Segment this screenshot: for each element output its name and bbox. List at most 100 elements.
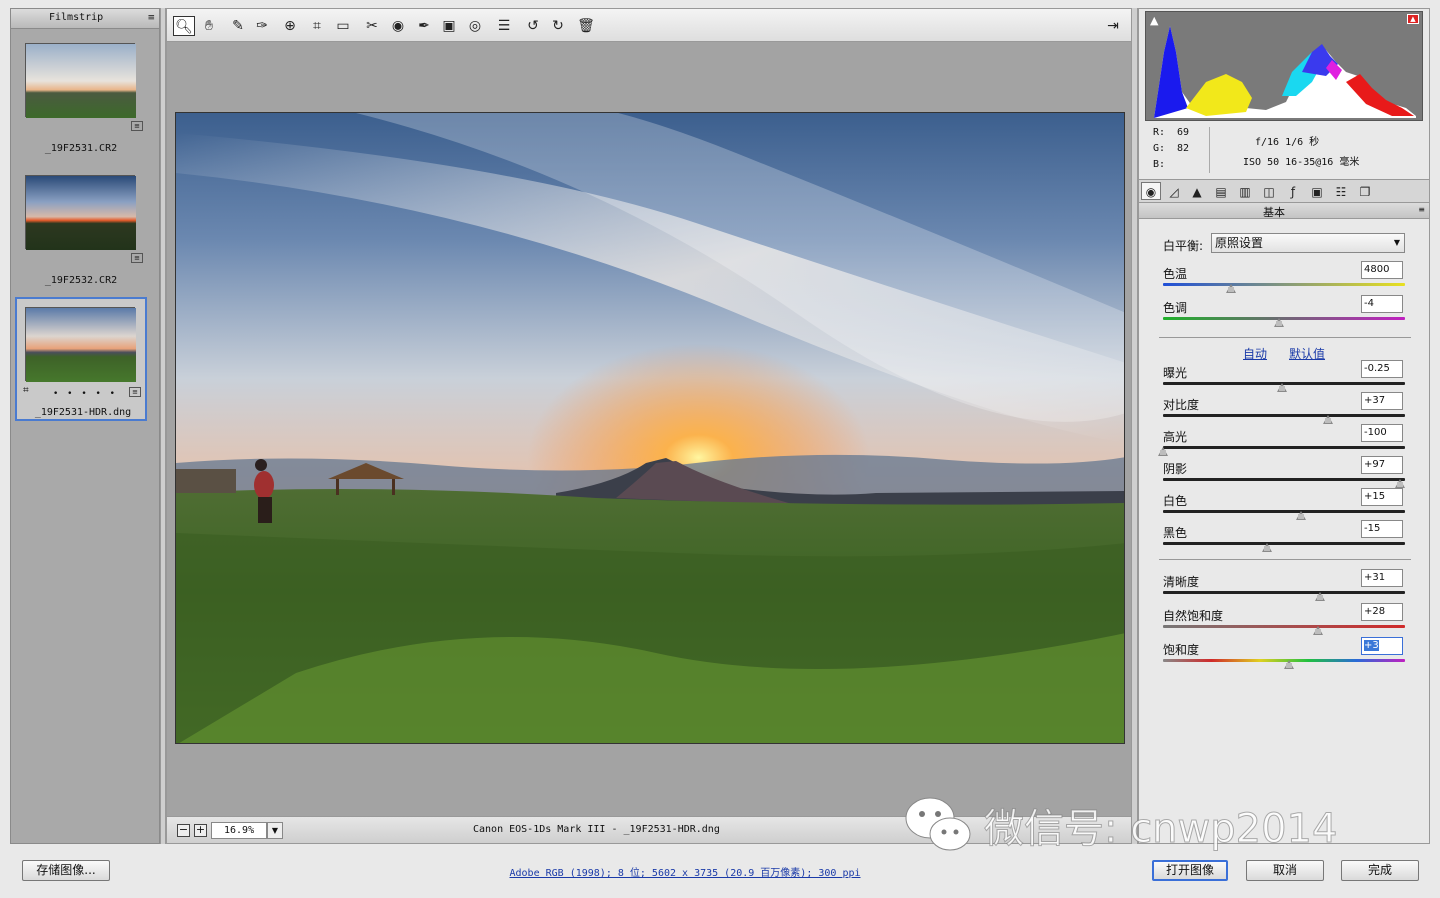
- histogram-info: R: 69 G: 82 B: f/16 1/6 秒 ISO 50 16-35@1…: [1145, 121, 1423, 177]
- adjustments-panel: ▲ ▲ R: 69 G: 82 B: f/16 1/6 秒 ISO 50 16-…: [1138, 8, 1430, 844]
- white-balance-value: 原照设置: [1215, 236, 1264, 250]
- open-image-button[interactable]: 打开图像: [1152, 860, 1228, 881]
- list-icon[interactable]: ☰: [493, 16, 515, 36]
- fullscreen-icon[interactable]: ⇥: [1102, 16, 1124, 36]
- exposure-slider-handle[interactable]: [1276, 383, 1287, 392]
- tab-presets-icon[interactable]: ☷: [1331, 182, 1351, 200]
- adjustment-badge-icon: ≡: [131, 253, 143, 263]
- r-value: 69: [1177, 127, 1190, 138]
- filmstrip-item-selected[interactable]: ⌗ • • • • • ≡ _19F2531-HDR.dng: [15, 297, 147, 421]
- image-preview-area[interactable]: [166, 42, 1132, 816]
- blacks-slider-handle[interactable]: [1262, 543, 1273, 552]
- zoom-level-field[interactable]: 16.9%: [211, 822, 267, 839]
- red-eye-icon[interactable]: ◉: [387, 16, 409, 36]
- exposure-label: 曝光: [1163, 366, 1188, 380]
- radial-filter-icon[interactable]: ◎: [464, 16, 486, 36]
- filmstrip-menu-icon[interactable]: ≡: [147, 13, 155, 23]
- default-link[interactable]: 默认值: [1289, 345, 1325, 362]
- clarity-slider-handle[interactable]: [1315, 592, 1326, 601]
- whites-value-field[interactable]: +15: [1361, 488, 1403, 506]
- shadows-slider-handle[interactable]: [1395, 479, 1406, 488]
- thumbnail-filename: _19F2532.CR2: [44, 275, 118, 286]
- highlights-slider-handle[interactable]: [1158, 447, 1168, 456]
- panel-title: 基本: [1263, 206, 1285, 219]
- temperature-value: 4800: [1364, 264, 1390, 275]
- tint-value-field[interactable]: -4: [1361, 295, 1403, 313]
- tint-slider-handle[interactable]: [1274, 318, 1285, 327]
- tab-split-toning-icon[interactable]: ▥: [1235, 182, 1255, 200]
- zoom-in-button[interactable]: +: [194, 824, 207, 837]
- highlights-slider-track[interactable]: [1163, 446, 1405, 449]
- highlights-value-field[interactable]: -100: [1361, 424, 1403, 442]
- temperature-slider-track[interactable]: [1163, 283, 1405, 286]
- tint-label: 色调: [1163, 301, 1188, 315]
- whites-slider-handle[interactable]: [1295, 511, 1306, 520]
- graduated-filter-icon[interactable]: ▣: [438, 16, 460, 36]
- filmstrip-item[interactable]: ≡ _19F2532.CR2: [15, 169, 147, 293]
- tab-snapshots-icon[interactable]: ❐: [1355, 182, 1375, 200]
- vibrance-value-field[interactable]: +28: [1361, 603, 1403, 621]
- tab-hsl-icon[interactable]: ▤: [1211, 182, 1231, 200]
- blacks-slider-track[interactable]: [1163, 542, 1405, 545]
- hand-icon[interactable]: ✋︎: [198, 16, 220, 36]
- trash-icon[interactable]: 🗑︎: [575, 16, 597, 36]
- panel-menu-icon[interactable]: ≡: [1418, 205, 1425, 214]
- vibrance-slider-handle[interactable]: [1312, 626, 1323, 635]
- shadows-slider-track[interactable]: [1163, 478, 1405, 481]
- clarity-slider-track[interactable]: [1163, 591, 1405, 594]
- rotate-right-icon[interactable]: ↻: [547, 16, 569, 36]
- tab-effects-icon[interactable]: ƒ: [1283, 182, 1303, 200]
- adjustment-brush-icon[interactable]: ✒︎: [413, 16, 435, 36]
- exposure-value-field[interactable]: -0.25: [1361, 360, 1403, 378]
- filmstrip-title: Filmstrip: [49, 12, 104, 23]
- shadows-value: +97: [1364, 459, 1386, 470]
- color-sampler-icon[interactable]: ✑: [251, 16, 273, 36]
- highlight-clipping-icon[interactable]: ▲: [1407, 14, 1419, 24]
- auto-link[interactable]: 自动: [1243, 345, 1267, 362]
- whites-slider-track[interactable]: [1163, 510, 1405, 513]
- thumbnail-filename: _19F2531-HDR.dng: [34, 407, 132, 418]
- straighten-icon[interactable]: ▭: [332, 16, 354, 36]
- spot-removal-icon[interactable]: ✂︎: [361, 16, 383, 36]
- blacks-value-field[interactable]: -15: [1361, 520, 1403, 538]
- histogram: ▲ ▲: [1145, 11, 1423, 121]
- contrast-slider-handle[interactable]: [1322, 415, 1333, 424]
- rating-dots[interactable]: • • • • •: [53, 389, 118, 399]
- tab-tone-curve-icon[interactable]: ◿: [1164, 182, 1184, 200]
- panel-header: 基本 ≡: [1139, 203, 1429, 219]
- tab-camera-calibration-icon[interactable]: ▣: [1307, 182, 1327, 200]
- crop-icon[interactable]: ⌗: [306, 16, 328, 36]
- zoom-out-button[interactable]: −: [177, 824, 190, 837]
- done-button[interactable]: 完成: [1341, 860, 1419, 881]
- target-adjust-icon[interactable]: ⊕: [279, 16, 301, 36]
- shadows-value-field[interactable]: +97: [1361, 456, 1403, 474]
- contrast-label: 对比度: [1163, 398, 1200, 412]
- tint-value: -4: [1364, 298, 1374, 309]
- zoom-icon[interactable]: 🔍︎: [173, 16, 195, 36]
- contrast-slider-track[interactable]: [1163, 414, 1405, 417]
- temperature-value-field[interactable]: 4800: [1361, 261, 1403, 279]
- chevron-down-icon[interactable]: ▼: [267, 822, 283, 839]
- status-bar: − + 16.9% ▼ Canon EOS-1Ds Mark III - _19…: [166, 816, 1132, 844]
- filmstrip-item[interactable]: ≡ _19F2531.CR2: [15, 37, 147, 161]
- rotate-left-icon[interactable]: ↺: [522, 16, 544, 36]
- shadow-clipping-icon[interactable]: ▲: [1150, 14, 1158, 27]
- saturation-value-field[interactable]: +3: [1361, 637, 1403, 655]
- vibrance-slider-track[interactable]: [1163, 625, 1405, 628]
- tab-basic-icon[interactable]: ◉: [1141, 182, 1161, 200]
- contrast-value-field[interactable]: +37: [1361, 392, 1403, 410]
- highlights-label: 高光: [1163, 430, 1188, 444]
- white-balance-icon[interactable]: ✎: [227, 16, 249, 36]
- temperature-slider-handle[interactable]: [1225, 284, 1236, 293]
- cancel-button[interactable]: 取消: [1246, 860, 1324, 881]
- preview-photo[interactable]: [175, 112, 1125, 744]
- aperture-shutter: f/16 1/6 秒: [1255, 137, 1320, 148]
- tab-detail-icon[interactable]: ▲: [1187, 182, 1207, 200]
- highlights-value: -100: [1364, 427, 1387, 438]
- clarity-value-field[interactable]: +31: [1361, 569, 1403, 587]
- saturation-slider-handle[interactable]: [1283, 660, 1294, 669]
- tab-lens-icon[interactable]: ◫: [1259, 182, 1279, 200]
- white-balance-select[interactable]: 原照设置 ▼: [1211, 233, 1405, 253]
- g-value: 82: [1177, 143, 1190, 154]
- vibrance-value: +28: [1364, 606, 1386, 617]
